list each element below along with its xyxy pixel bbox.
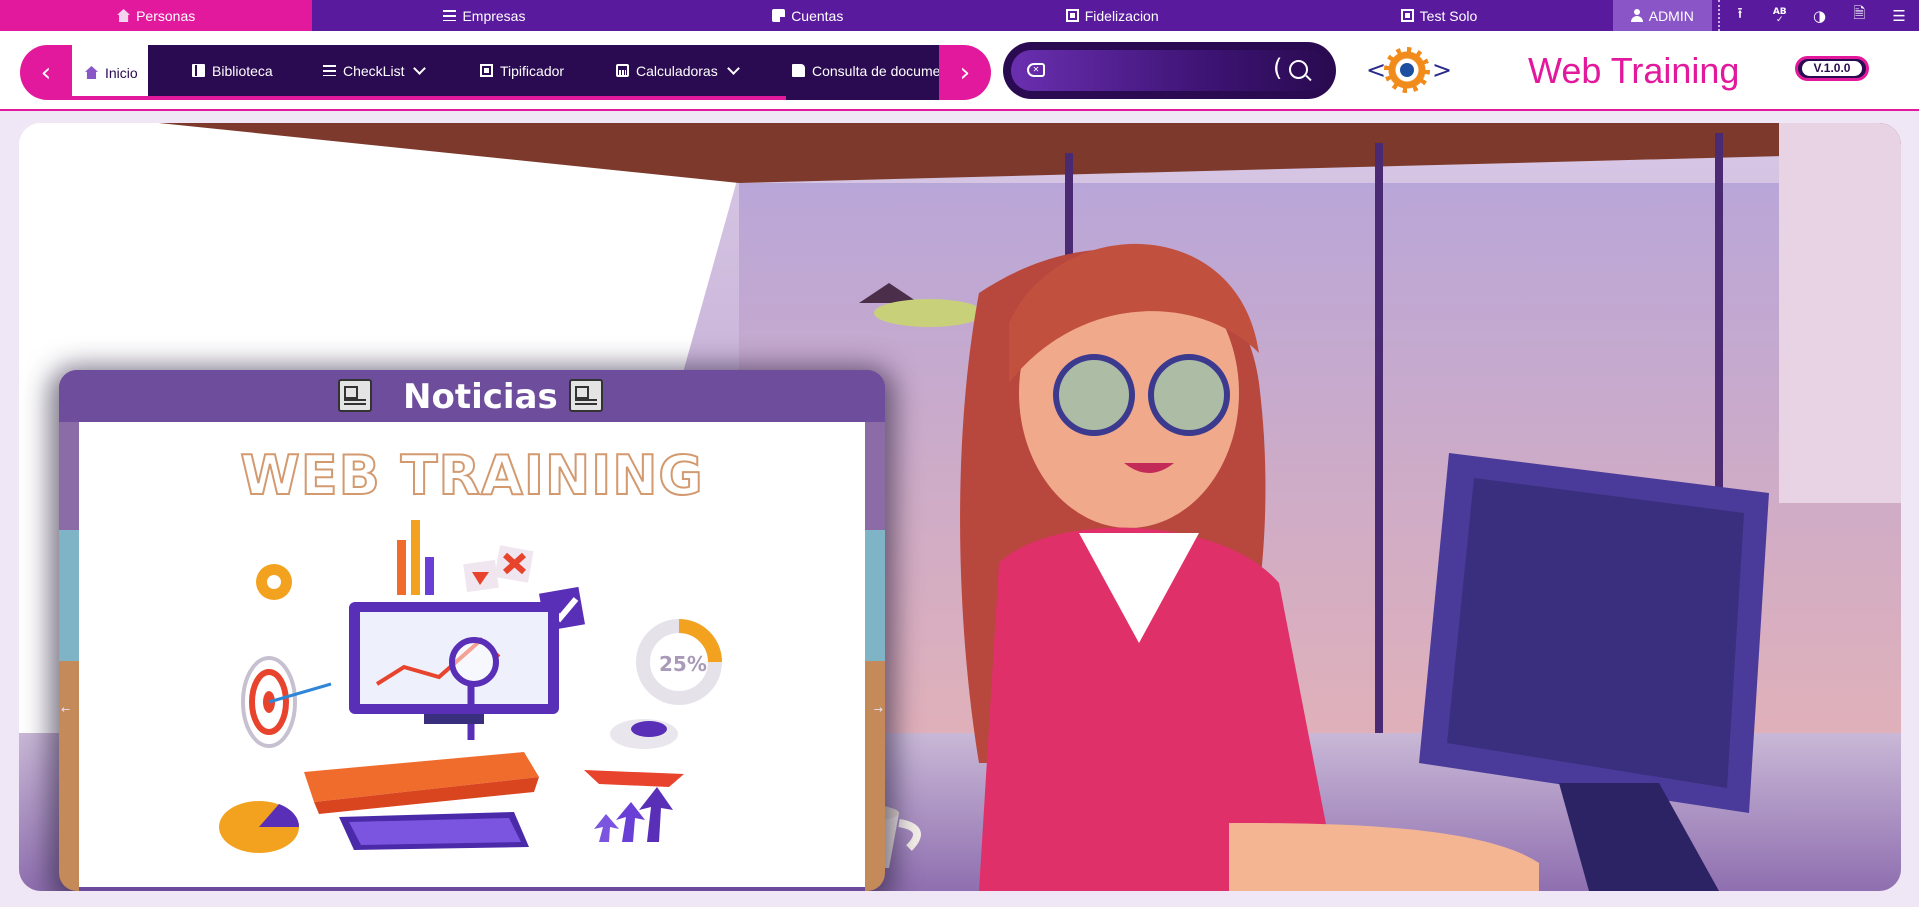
search-input[interactable] [1051, 56, 1271, 85]
menu-item-consulta[interactable]: Consulta de docume [792, 45, 939, 96]
top-tab-test-solo[interactable]: Test Solo [1265, 0, 1612, 31]
menu-item-label: Consulta de docume [812, 62, 939, 79]
keyboard-icon [339, 812, 529, 850]
news-title: Noticias [403, 377, 558, 417]
menu-item-label: Inicio [105, 64, 138, 81]
newspaper-icon [338, 379, 372, 412]
desktop-computer-icon [349, 602, 559, 740]
carousel-right-edge: → [865, 422, 885, 891]
book-icon [192, 64, 205, 77]
top-tab-cuentas[interactable]: Cuentas [657, 0, 959, 31]
lamp-shade [874, 299, 984, 327]
top-tab-label: Empresas [462, 7, 526, 24]
news-headline: WEB TRAINING [239, 443, 704, 508]
news-header: Noticias [59, 370, 885, 422]
card-icon [1065, 9, 1079, 22]
card-icon [480, 64, 493, 77]
top-tab-label: Personas [136, 7, 196, 24]
mouse-icon [610, 719, 678, 749]
hero-banner: Noticias ← → 25% WEB TRAINING [19, 123, 1901, 891]
menu-item-tipificador[interactable]: Tipificador [480, 45, 564, 96]
top-tab-fidelizacion[interactable]: Fidelizacion [959, 0, 1265, 31]
contrast-icon[interactable]: ◑ [1800, 0, 1840, 31]
chevron-left-icon: ‹ [40, 57, 52, 88]
progress-label: 25% [659, 652, 707, 676]
globe-icon [1398, 61, 1416, 79]
menu-scroll-indicator [72, 96, 786, 100]
carousel-left-edge: ← [59, 422, 79, 891]
menu-item-calculadoras[interactable]: Calculadoras [616, 45, 740, 96]
top-tab-label: Test Solo [1419, 7, 1478, 24]
menu-item-checklist[interactable]: CheckList [323, 45, 427, 96]
home-icon [117, 9, 131, 22]
chevron-down-icon [413, 62, 427, 75]
menu-item-label: Tipificador [500, 62, 565, 79]
version-badge: V.1.0.0 [1795, 56, 1869, 81]
news-slide[interactable]: 25% WEB TRAINING [79, 422, 865, 887]
menu-item-biblioteca[interactable]: Biblioteca [192, 45, 273, 96]
clear-search-icon[interactable]: ✕ [1027, 63, 1045, 77]
spellcheck-icon[interactable]: AB ✓ [1760, 0, 1800, 31]
top-tab-empresas[interactable]: Empresas [312, 0, 656, 31]
news-card: Noticias ← → 25% WEB TRAINING [59, 370, 885, 891]
menu-item-label: Biblioteca [212, 62, 273, 79]
progress-donut-icon: 25% [636, 619, 722, 705]
user-menu-admin[interactable]: ADMIN [1612, 0, 1713, 31]
menu-strip: Inicio Biblioteca CheckList Tipificador … [72, 45, 939, 100]
newspaper-icon [569, 379, 603, 412]
list-icon [443, 9, 457, 22]
main-navbar: ‹ Inicio Biblioteca CheckList Tipificado… [0, 31, 1919, 111]
search-bracket: ( [1273, 54, 1283, 82]
top-tab-personas[interactable]: Personas [0, 0, 313, 31]
menu-item-label: Calculadoras [636, 62, 718, 79]
app-title: Web Training [1528, 50, 1740, 91]
document-icon [792, 64, 805, 77]
menu-item-label: CheckList [343, 62, 405, 79]
chevron-right-icon: › [959, 57, 971, 88]
gear-icon [256, 564, 292, 600]
carousel-prev-icon[interactable]: ← [61, 703, 70, 716]
scroll-right-button[interactable]: › [939, 45, 991, 100]
app-logo[interactable]: < > [1366, 41, 1452, 101]
search-icon[interactable] [1289, 60, 1308, 79]
upload-icon[interactable]: ⭱ [1720, 0, 1760, 31]
menu-item-inicio[interactable]: Inicio [72, 45, 148, 100]
card-icon [1400, 9, 1414, 22]
shelf-icon [304, 752, 684, 814]
scroll-left-button[interactable]: ‹ [20, 45, 72, 100]
top-tab-label: Fidelizacion [1084, 7, 1159, 24]
rating-cards-icon [463, 545, 534, 593]
search-field: ✕ ( [1011, 50, 1328, 91]
pie-chart-icon [219, 801, 300, 853]
top-bar: Personas Empresas Cuentas Fidelizacion T… [0, 0, 1919, 31]
target-icon [241, 656, 332, 748]
menu-icon[interactable]: ☰ [1879, 0, 1919, 31]
bar-chart-icon [397, 520, 434, 595]
spellcheck-label: AB [1772, 6, 1787, 17]
arrows-up-icon [594, 787, 673, 842]
top-tab-label: Cuentas [791, 7, 844, 24]
checklist-icon [323, 64, 336, 77]
document-icon[interactable]: 🗎 [1839, 0, 1879, 31]
user-icon [1630, 9, 1643, 22]
calculator-icon [616, 64, 629, 77]
home-icon [85, 66, 98, 79]
chevron-down-icon [726, 62, 740, 75]
user-label: ADMIN [1648, 7, 1694, 24]
building [1779, 123, 1901, 503]
search-bar: ✕ ( [1003, 42, 1336, 99]
version-label: V.1.0.0 [1802, 61, 1862, 76]
logo-right-bracket: > [1432, 56, 1453, 84]
note-icon [772, 9, 786, 22]
carousel-next-icon[interactable]: → [874, 703, 883, 716]
